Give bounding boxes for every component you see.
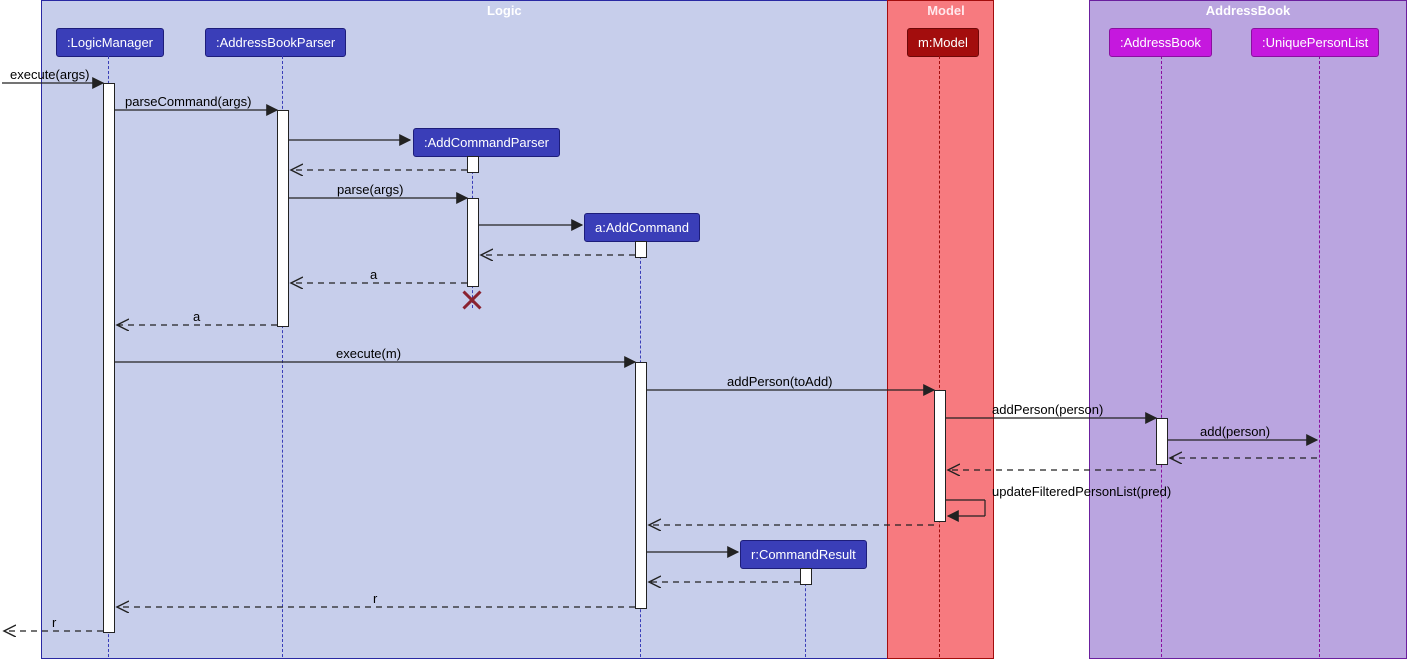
lifeline-unique-person-list: [1319, 56, 1320, 657]
msg-parse-args: parse(args): [337, 182, 403, 197]
participant-model: m:Model: [907, 28, 979, 57]
msg-update-filtered: updateFilteredPersonList(pred): [992, 484, 1171, 499]
lifeline-model: [939, 56, 940, 657]
activation-model: [934, 390, 946, 522]
model-frame-title: Model: [927, 3, 965, 18]
participant-logic-manager: :LogicManager: [56, 28, 164, 57]
msg-parse-command: parseCommand(args): [125, 94, 251, 109]
addressbook-frame-title: AddressBook: [1206, 3, 1291, 18]
activation-logic-manager: [103, 83, 115, 633]
addressbook-frame: AddressBook: [1089, 0, 1407, 659]
lifeline-addressbook: [1161, 56, 1162, 657]
activation-addressbook: [1156, 418, 1168, 465]
participant-unique-person-list: :UniquePersonList: [1251, 28, 1379, 57]
activation-command-result: [800, 568, 812, 585]
activation-add-command-parser-1: [467, 156, 479, 173]
msg-add-person-person: addPerson(person): [992, 402, 1103, 417]
activation-add-command-2: [635, 362, 647, 609]
participant-command-result: r:CommandResult: [740, 540, 867, 569]
logic-frame-title: Logic: [487, 3, 522, 18]
msg-return-r2: r: [52, 615, 56, 630]
participant-addressbook-parser: :AddressBookParser: [205, 28, 346, 57]
activation-add-command-parser-2: [467, 198, 479, 287]
msg-add-person: add(person): [1200, 424, 1270, 439]
activation-add-command-1: [635, 241, 647, 258]
msg-execute-m: execute(m): [336, 346, 401, 361]
msg-execute-args: execute(args): [10, 67, 89, 82]
participant-add-command-parser: :AddCommandParser: [413, 128, 560, 157]
msg-return-a2: a: [193, 309, 200, 324]
activation-addressbook-parser: [277, 110, 289, 327]
msg-return-a1: a: [370, 267, 377, 282]
participant-add-command: a:AddCommand: [584, 213, 700, 242]
model-frame: Model: [887, 0, 994, 659]
msg-add-person-toadd: addPerson(toAdd): [727, 374, 833, 389]
participant-addressbook: :AddressBook: [1109, 28, 1212, 57]
msg-return-r1: r: [373, 591, 377, 606]
